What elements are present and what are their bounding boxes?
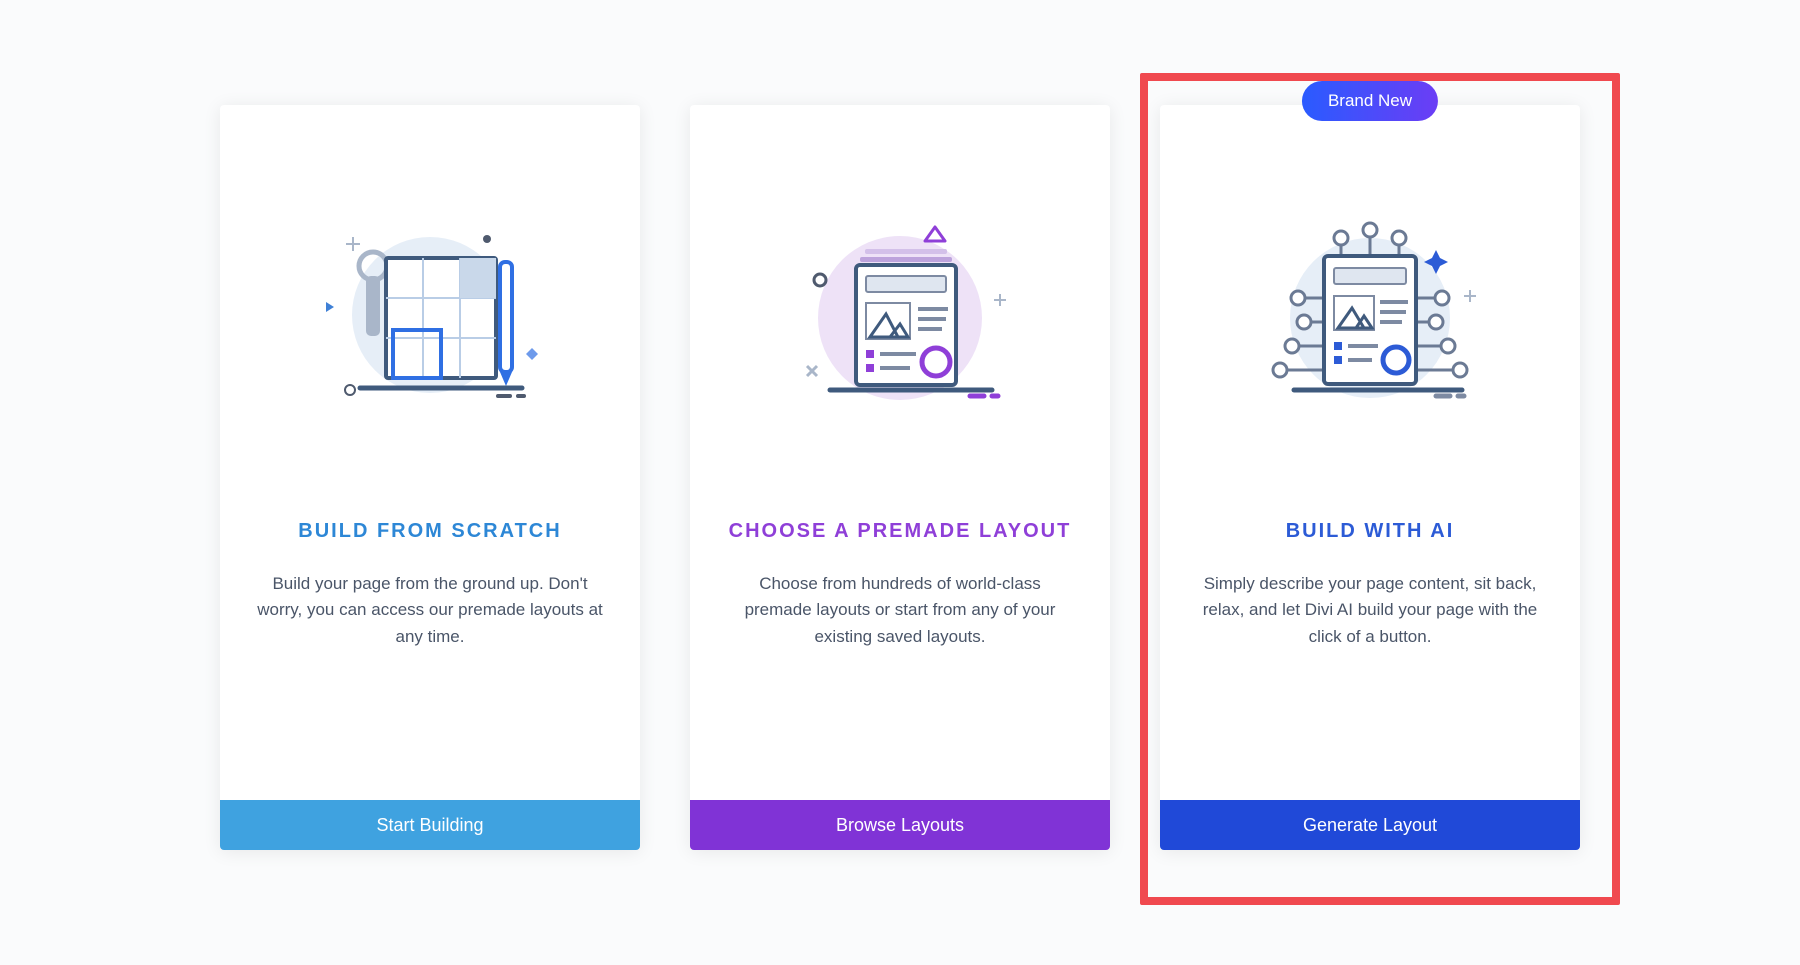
card-description: Simply describe your page content, sit b… xyxy=(1160,571,1580,650)
build-ai-illustration xyxy=(1160,165,1580,465)
card-title: BUILD FROM SCRATCH xyxy=(298,520,561,543)
brand-new-badge: Brand New xyxy=(1302,81,1438,121)
card-description: Choose from hundreds of world-class prem… xyxy=(690,571,1110,650)
card-title: CHOOSE A PREMADE LAYOUT xyxy=(729,520,1072,543)
build-scratch-illustration xyxy=(220,165,640,465)
button-label: Browse Layouts xyxy=(836,815,964,836)
generate-layout-button[interactable]: Generate Layout xyxy=(1160,800,1580,850)
card-build-with-ai[interactable]: Brand New xyxy=(1160,105,1580,850)
card-premade-layout[interactable]: CHOOSE A PREMADE LAYOUT Choose from hund… xyxy=(690,105,1110,850)
card-title: BUILD WITH AI xyxy=(1286,520,1455,543)
premade-layout-illustration xyxy=(690,165,1110,465)
card-description: Build your page from the ground up. Don'… xyxy=(220,571,640,650)
button-label: Start Building xyxy=(376,815,483,836)
browse-layouts-button[interactable]: Browse Layouts xyxy=(690,800,1110,850)
card-build-from-scratch[interactable]: BUILD FROM SCRATCH Build your page from … xyxy=(220,105,640,850)
button-label: Generate Layout xyxy=(1303,815,1437,836)
start-building-button[interactable]: Start Building xyxy=(220,800,640,850)
